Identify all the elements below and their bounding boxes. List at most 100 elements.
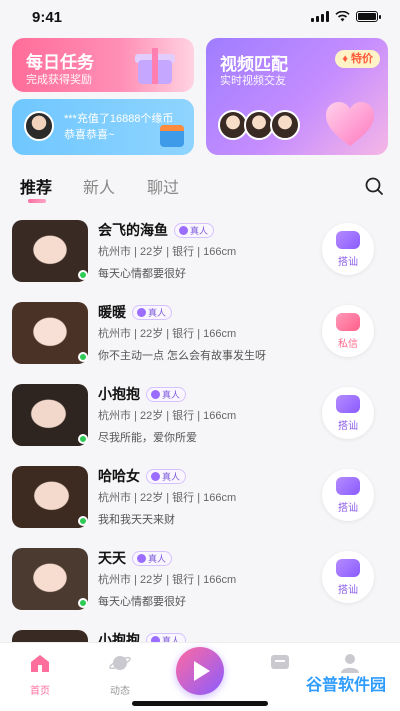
list-item[interactable]: 小抱抱 真人 bbox=[0, 620, 400, 642]
home-indicator bbox=[132, 701, 268, 706]
avatar[interactable] bbox=[12, 384, 88, 446]
avatar[interactable] bbox=[12, 466, 88, 528]
user-name: 哈哈女 bbox=[98, 468, 140, 484]
list-item[interactable]: 天天 真人 杭州市 | 22岁 | 银行 | 166cm 每天心情都要很好 搭讪 bbox=[0, 538, 400, 620]
shield-icon bbox=[137, 553, 146, 563]
chat-message-icon bbox=[336, 313, 360, 331]
user-meta: 杭州市 | 22岁 | 银行 | 166cm bbox=[98, 328, 237, 340]
greet-label: 搭讪 bbox=[338, 585, 358, 596]
avatar[interactable] bbox=[12, 630, 88, 642]
cellular-signal-icon bbox=[311, 11, 329, 22]
status-bar: 9:41 bbox=[0, 0, 400, 36]
special-price-label: 特价 bbox=[351, 53, 373, 65]
user-meta: 杭州市 | 22岁 | 银行 | 166cm bbox=[98, 246, 237, 258]
profile-icon bbox=[341, 654, 359, 673]
avatar bbox=[270, 110, 300, 140]
planet-icon bbox=[109, 656, 131, 670]
verified-badge: 真人 bbox=[132, 304, 173, 320]
verified-badge: 真人 bbox=[146, 632, 187, 643]
user-bio: 每天心情都要很好 bbox=[98, 596, 186, 608]
recharge-notice-card[interactable]: ***充值了16888个缘币 恭喜恭喜~ bbox=[12, 99, 194, 155]
verified-badge: 真人 bbox=[174, 222, 215, 238]
recharge-notice-line2: 恭喜恭喜~ bbox=[64, 129, 115, 141]
verified-label: 真人 bbox=[148, 553, 167, 564]
verified-label: 真人 bbox=[162, 389, 181, 400]
verified-badge: 真人 bbox=[146, 468, 187, 484]
video-match-card[interactable]: 视频匹配 实时视频交友 ♦ 特价 bbox=[206, 38, 388, 155]
verified-label: 真人 bbox=[162, 471, 181, 482]
daily-task-title: 每日任务 bbox=[26, 53, 94, 72]
recharge-notice-text: ***充值了16888个缘币 恭喜恭喜~ bbox=[64, 111, 173, 143]
greet-button[interactable]: 搭讪 bbox=[322, 551, 374, 603]
online-indicator bbox=[78, 598, 88, 608]
wifi-icon bbox=[335, 11, 350, 22]
video-match-subtitle: 实时视频交友 bbox=[220, 75, 286, 87]
user-name: 暖暖 bbox=[98, 304, 126, 320]
special-price-badge: ♦ 特价 bbox=[335, 50, 380, 68]
user-bio: 每天心情都要很好 bbox=[98, 268, 186, 280]
calendar-icon bbox=[160, 125, 184, 147]
status-time: 9:41 bbox=[32, 9, 63, 26]
verified-label: 真人 bbox=[162, 635, 181, 643]
online-indicator bbox=[78, 270, 88, 280]
verified-label: 真人 bbox=[148, 307, 167, 318]
heart-icon bbox=[324, 100, 376, 150]
user-name: 会飞的海鱼 bbox=[98, 222, 168, 238]
shield-icon bbox=[137, 307, 146, 317]
user-feed: 会飞的海鱼 真人 杭州市 | 22岁 | 银行 | 166cm 每天心情都要很好… bbox=[0, 210, 400, 642]
gift-box-icon bbox=[134, 46, 176, 84]
greet-label: 搭讪 bbox=[338, 421, 358, 432]
watermark-text: 谷普软件园 bbox=[299, 673, 392, 699]
heart-message-icon bbox=[336, 477, 360, 495]
avatar[interactable] bbox=[12, 220, 88, 282]
name-line: 小抱抱 真人 bbox=[98, 384, 187, 404]
tab-chatted[interactable]: 聊过 bbox=[147, 174, 179, 198]
greet-button[interactable]: 搭讪 bbox=[322, 223, 374, 275]
bottom-nav: 首页 动态 谷普软件园 bbox=[0, 642, 400, 711]
list-item[interactable]: 小抱抱 真人 杭州市 | 22岁 | 银行 | 166cm 尽我所能，爱你所爱 … bbox=[0, 374, 400, 456]
search-icon[interactable] bbox=[364, 176, 384, 196]
recharge-user-avatar bbox=[24, 111, 54, 141]
match-avatars bbox=[218, 110, 300, 140]
play-button[interactable] bbox=[176, 647, 224, 695]
online-indicator bbox=[78, 352, 88, 362]
daily-task-card[interactable]: 每日任务 完成获得奖励 bbox=[12, 38, 194, 92]
user-meta: 杭州市 | 22岁 | 银行 | 166cm bbox=[98, 492, 237, 504]
list-item[interactable]: 暖暖 真人 杭州市 | 22岁 | 银行 | 166cm 你不主动一点 怎么会有… bbox=[0, 292, 400, 374]
tab-new[interactable]: 新人 bbox=[83, 174, 115, 198]
nav-home-label: 首页 bbox=[30, 686, 50, 697]
verified-badge: 真人 bbox=[132, 550, 173, 566]
user-bio: 我和我天天来财 bbox=[98, 514, 175, 526]
user-meta: 杭州市 | 22岁 | 银行 | 166cm bbox=[98, 410, 237, 422]
active-tab-indicator bbox=[28, 199, 46, 203]
message-label: 私信 bbox=[338, 339, 358, 350]
user-name: 小抱抱 bbox=[98, 632, 140, 642]
tab-recommend[interactable]: 推荐 bbox=[20, 174, 52, 198]
greet-label: 搭讪 bbox=[338, 503, 358, 514]
home-icon bbox=[31, 655, 49, 672]
heart-message-icon bbox=[336, 231, 360, 249]
message-button[interactable]: 私信 bbox=[322, 305, 374, 357]
shield-icon bbox=[151, 389, 160, 399]
online-indicator bbox=[78, 516, 88, 526]
feed-tabs: 推荐 新人 聊过 bbox=[0, 168, 400, 204]
shield-icon bbox=[151, 471, 160, 481]
name-line: 会飞的海鱼 真人 bbox=[98, 220, 215, 240]
user-meta: 杭州市 | 22岁 | 银行 | 166cm bbox=[98, 574, 237, 586]
avatar[interactable] bbox=[12, 302, 88, 364]
greet-button[interactable]: 搭讪 bbox=[322, 469, 374, 521]
nav-home[interactable]: 首页 bbox=[12, 653, 68, 697]
list-item[interactable]: 会飞的海鱼 真人 杭州市 | 22岁 | 银行 | 166cm 每天心情都要很好… bbox=[0, 210, 400, 292]
avatar[interactable] bbox=[12, 548, 88, 610]
daily-task-subtitle: 完成获得奖励 bbox=[26, 74, 92, 86]
status-icons bbox=[311, 11, 381, 22]
heart-message-icon bbox=[336, 559, 360, 577]
name-line: 哈哈女 真人 bbox=[98, 466, 187, 486]
greet-button[interactable]: 搭讪 bbox=[322, 387, 374, 439]
name-line: 天天 真人 bbox=[98, 548, 173, 568]
user-name: 小抱抱 bbox=[98, 386, 140, 402]
nav-dynamic[interactable]: 动态 bbox=[92, 653, 148, 697]
list-item[interactable]: 哈哈女 真人 杭州市 | 22岁 | 银行 | 166cm 我和我天天来财 搭讪 bbox=[0, 456, 400, 538]
verified-badge: 真人 bbox=[146, 386, 187, 402]
recharge-notice-line1: ***充值了16888个缘币 bbox=[64, 113, 174, 125]
